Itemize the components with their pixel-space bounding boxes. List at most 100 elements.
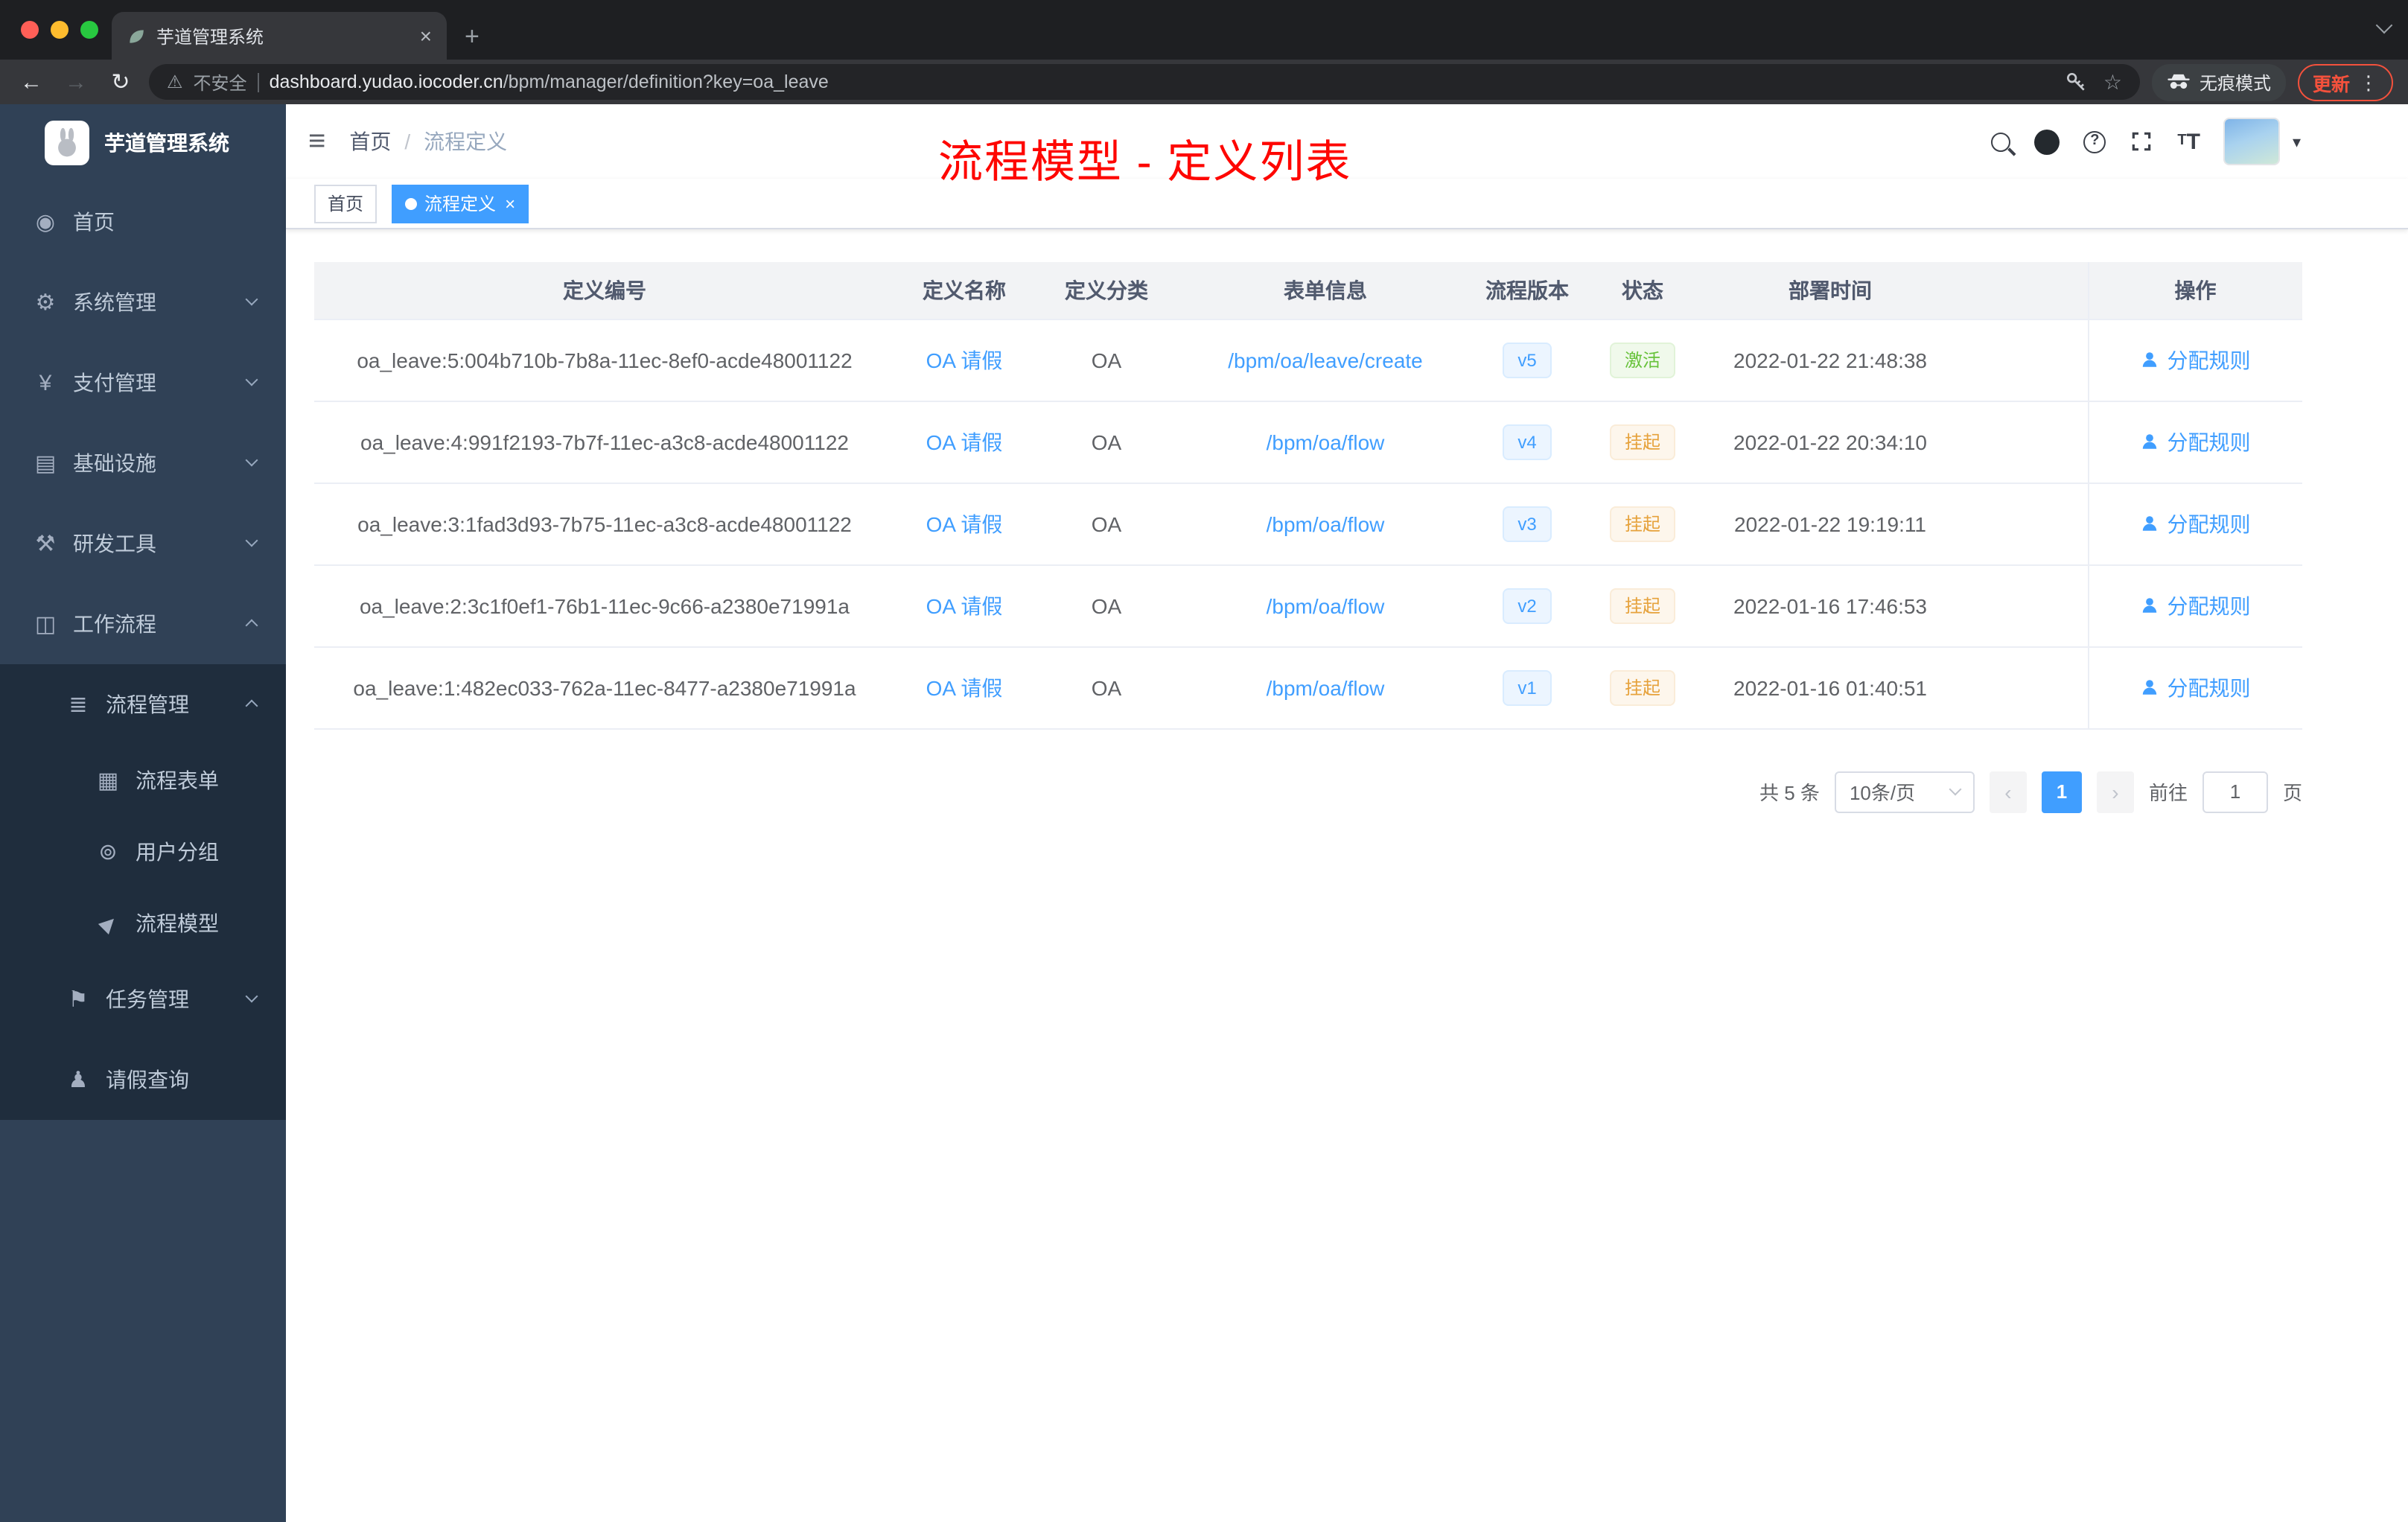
user-icon	[2143, 434, 2157, 449]
breadcrumb-current: 流程定义	[424, 130, 508, 153]
prev-page-button[interactable]: ‹	[1989, 771, 2027, 812]
table-row: oa_leave:4:991f2193-7b7f-11ec-a3c8-acde4…	[314, 401, 2302, 483]
fullscreen-icon[interactable]	[2130, 130, 2153, 153]
sidebar-item-label: 请假查询	[106, 1068, 189, 1092]
omnibox-divider	[257, 72, 259, 92]
minimize-window-button[interactable]	[51, 21, 69, 39]
caret-down-icon[interactable]: ▾	[2293, 132, 2301, 151]
list-icon: ≣	[69, 692, 88, 718]
assign-rule-link[interactable]: 分配规则	[2141, 509, 2251, 538]
back-button[interactable]: ←	[15, 71, 48, 93]
sidebar-item-system-management[interactable]: ⚙ 系统管理	[0, 262, 286, 343]
github-icon[interactable]	[2034, 129, 2060, 154]
definition-id: oa_leave:3:1fad3d93-7b75-11ec-a3c8-acde4…	[314, 483, 895, 565]
definition-id: oa_leave:2:3c1f0ef1-76b1-11ec-9c66-a2380…	[314, 564, 895, 647]
sidebar-item-dev-tools[interactable]: ⚒ 研发工具	[0, 503, 286, 584]
column-header: 部署时间	[1702, 262, 1958, 319]
table-row: oa_leave:3:1fad3d93-7b75-11ec-a3c8-acde4…	[314, 483, 2302, 565]
forward-button[interactable]: →	[60, 71, 92, 93]
sidebar-item-process-model[interactable]: ▶ 流程模型	[0, 888, 286, 959]
sidebar-collapse-icon[interactable]: ≡	[308, 127, 325, 156]
sidebar-item-task-management[interactable]: ⚑ 任务管理	[0, 959, 286, 1039]
definition-id: oa_leave:1:482ec033-762a-11ec-8477-a2380…	[314, 646, 895, 729]
incognito-label: 无痕模式	[2199, 72, 2271, 93]
bookmark-star-icon[interactable]: ☆	[2103, 71, 2122, 92]
user-icon	[2143, 516, 2157, 531]
sidebar-item-label: 研发工具	[73, 532, 156, 555]
table-row: oa_leave:1:482ec033-762a-11ec-8477-a2380…	[314, 646, 2302, 729]
assign-rule-link[interactable]: 分配规则	[2141, 427, 2251, 456]
sidebar-item-label: 用户分组	[136, 840, 219, 864]
tab-search-icon[interactable]	[2375, 16, 2393, 34]
font-size-icon[interactable]: TT	[2177, 130, 2200, 153]
page-number-current[interactable]: 1	[2041, 771, 2082, 812]
sidebar-item-process-form[interactable]: ▦ 流程表单	[0, 745, 286, 816]
new-tab-button[interactable]: +	[465, 24, 480, 49]
tab-close-icon[interactable]: ×	[420, 24, 432, 48]
definition-name-link[interactable]: OA 请假	[926, 430, 1003, 453]
form-info-link[interactable]: /bpm/oa/flow	[1267, 430, 1385, 453]
definition-name-link[interactable]: OA 请假	[926, 675, 1003, 699]
tag-process-definition[interactable]: 流程定义 ×	[392, 184, 529, 223]
sidebar-item-user-group[interactable]: ⊚ 用户分组	[0, 816, 286, 888]
sidebar-item-process-management[interactable]: ≣ 流程管理	[0, 664, 286, 745]
chevron-down-icon	[245, 373, 258, 386]
chevron-down-icon	[245, 990, 258, 1003]
filler-cell	[1958, 646, 2088, 729]
sidebar-item-label: 任务管理	[106, 987, 189, 1011]
form-info-link[interactable]: /bpm/oa/flow	[1267, 512, 1385, 535]
sidebar-item-payment-management[interactable]: ¥ 支付管理	[0, 343, 286, 423]
logo-avatar	[45, 121, 89, 165]
goto-page-input[interactable]	[2202, 771, 2268, 812]
sidebar-item-infrastructure[interactable]: ▤ 基础设施	[0, 423, 286, 503]
form-info-link[interactable]: /bpm/oa/flow	[1267, 593, 1385, 617]
user-avatar[interactable]	[2223, 118, 2281, 165]
definition-name-link[interactable]: OA 请假	[926, 593, 1003, 617]
assign-rule-link[interactable]: 分配规则	[2141, 590, 2251, 620]
definition-name-link[interactable]: OA 请假	[926, 512, 1003, 535]
search-icon[interactable]	[1991, 132, 2011, 151]
browser-tab[interactable]: 芋道管理系统 ×	[112, 12, 447, 60]
url-domain: dashboard.yudao.iocoder.cn	[269, 71, 503, 92]
reload-button[interactable]: ↻	[104, 71, 137, 93]
breadcrumb-home[interactable]: 首页	[349, 127, 391, 156]
form-info-link[interactable]: /bpm/oa/flow	[1267, 675, 1385, 699]
browser-menu-icon[interactable]: ⋮	[2359, 72, 2378, 92]
sidebar-item-leave-query[interactable]: ♟ 请假查询	[0, 1039, 286, 1120]
sidebar-item-label: 流程表单	[136, 768, 219, 792]
tag-close-icon[interactable]: ×	[505, 193, 515, 214]
column-header: 状态	[1583, 262, 1702, 319]
sidebar-logo[interactable]: 芋道管理系统	[0, 104, 286, 182]
assign-rule-link[interactable]: 分配规则	[2141, 672, 2251, 702]
address-bar[interactable]: ⚠ 不安全 dashboard.yudao.iocoder.cn/bpm/man…	[149, 64, 2140, 100]
assign-rule-link[interactable]: 分配规则	[2141, 345, 2251, 375]
browser-update-chip[interactable]: 更新 ⋮	[2297, 63, 2393, 101]
definition-id: oa_leave:4:991f2193-7b7f-11ec-a3c8-acde4…	[314, 401, 895, 483]
tools-icon: ⚒	[35, 532, 56, 557]
url-text: dashboard.yudao.iocoder.cn/bpm/manager/d…	[270, 71, 2054, 92]
deploy-time: 2022-01-22 20:34:10	[1702, 401, 1958, 483]
definition-name-link[interactable]: OA 请假	[926, 348, 1003, 372]
sidebar-item-workflow[interactable]: ◫ 工作流程	[0, 584, 286, 664]
tag-home[interactable]: 首页	[314, 184, 378, 223]
next-page-button[interactable]: ›	[2096, 771, 2134, 812]
send-icon: ▶	[94, 909, 121, 936]
column-header: 流程版本	[1471, 262, 1583, 319]
close-window-button[interactable]	[21, 21, 39, 39]
status-badge: 挂起	[1609, 424, 1675, 459]
sidebar-item-home[interactable]: ◉ 首页	[0, 182, 286, 262]
sidebar-item-label: 流程管理	[106, 692, 189, 716]
security-warning-icon[interactable]: ⚠	[167, 71, 183, 92]
help-icon[interactable]: ?	[2083, 130, 2106, 153]
tab-favicon	[130, 29, 144, 42]
tab-strip: 芋道管理系统 × +	[0, 0, 2408, 60]
form-info-link[interactable]: /bpm/oa/leave/create	[1228, 348, 1423, 372]
deploy-time: 2022-01-22 19:19:11	[1702, 483, 1958, 565]
password-key-icon[interactable]	[2065, 70, 2089, 94]
page-size-select[interactable]: 10条/页	[1834, 771, 1975, 812]
maximize-window-button[interactable]	[80, 21, 98, 39]
page-unit-label: 页	[2282, 782, 2302, 804]
version-badge: v5	[1503, 342, 1552, 378]
gear-icon: ⚙	[35, 290, 56, 316]
update-label[interactable]: 更新	[2313, 68, 2350, 96]
